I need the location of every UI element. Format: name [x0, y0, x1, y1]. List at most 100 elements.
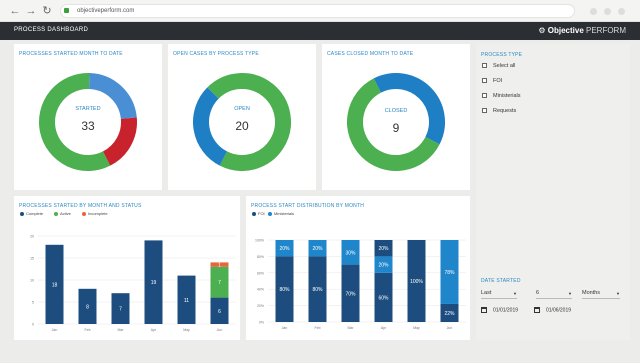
count-select[interactable]: 6 ▼ — [536, 289, 572, 299]
y-tick-label: 10 — [30, 279, 34, 283]
x-tick-label: Feb — [84, 328, 90, 332]
checkbox-requests[interactable]: Requests — [482, 108, 516, 114]
checkbox-icon[interactable] — [482, 63, 487, 69]
bar-value-label: 6 — [218, 309, 221, 315]
checkbox-label: FOI — [493, 78, 503, 84]
donut-chart-closed — [347, 73, 445, 171]
bar-value-label: 20% — [279, 246, 290, 252]
brand-suffix: PERFORM — [586, 26, 626, 35]
bar-value-label: 19 — [151, 280, 157, 286]
caret-down-icon: ▼ — [616, 291, 620, 296]
bar-chart-start-distribution: 0% 20% 40% 60% 80% 100% 80% 20% Jan 80% 20% Feb 70% 3… — [255, 239, 466, 330]
checkbox-label: Requests — [493, 108, 517, 114]
date-from-value: 01/01/2019 — [493, 307, 519, 314]
bar-value-label: 8 — [86, 304, 89, 310]
donut-chart-started — [39, 73, 137, 171]
bar-value-label: 100% — [410, 279, 423, 285]
bar-value-label: 60% — [378, 295, 389, 301]
window-control-icon[interactable] — [604, 8, 611, 15]
x-tick-label: Jun — [447, 326, 453, 330]
x-tick-label: Feb — [314, 326, 320, 330]
y-tick-label: 15 — [30, 257, 34, 261]
x-tick-label: Jan — [282, 326, 288, 330]
page-title: PROCESS DASHBOARD — [14, 27, 89, 33]
bar-value-label: 80% — [279, 287, 290, 293]
checkbox-icon[interactable] — [482, 108, 487, 114]
forward-icon[interactable]: → — [24, 4, 38, 18]
app-header: PROCESS DASHBOARD ⚙ Objective PERFORM — [0, 22, 640, 40]
back-icon[interactable]: ← — [8, 4, 22, 18]
x-tick-label: Mar — [347, 326, 354, 330]
bar-value-label: 1 — [218, 263, 221, 269]
bar-value-label: 7 — [218, 280, 221, 286]
bar-value-label: 70% — [345, 291, 356, 297]
calendar-icon[interactable] — [534, 307, 540, 313]
bar-value-label: 11 — [184, 298, 189, 304]
lock-icon — [64, 8, 69, 13]
bar-value-label: 18 — [52, 282, 58, 288]
x-tick-label: Jan — [52, 328, 58, 332]
date-from-field[interactable]: 01/01/2019 — [481, 307, 518, 313]
brand-logo: ⚙ Objective PERFORM — [538, 26, 626, 36]
card-started-by-month: PROCESSES STARTED BY MONTH AND STATUS Co… — [14, 196, 240, 340]
caret-down-icon: ▼ — [568, 291, 572, 296]
address-bar[interactable]: objectiveperform.com — [60, 4, 575, 18]
bar-chart-started-by-month: 0 5 10 15 20 18 Jan 8 Feb 7 Mar 19 Apr 11 May 6 7 1 Jun — [30, 235, 236, 332]
bar-value-label: 20% — [378, 246, 389, 252]
donut-chart-open — [193, 73, 291, 171]
filter-heading-process-type: PROCESS TYPE — [481, 52, 523, 58]
y-tick-label: 80% — [257, 255, 264, 259]
donut-center-value: 33 — [81, 119, 95, 133]
browser-toolbar: ← → ↻ objectiveperform.com — [0, 0, 640, 22]
y-tick-label: 20 — [30, 235, 34, 239]
checkbox-label: Select all — [493, 63, 516, 69]
bar-value-label: 30% — [345, 250, 356, 256]
card-open-cases: OPEN CASES BY PROCESS TYPE OPEN 20 — [168, 44, 316, 190]
donut-center-label: OPEN — [234, 106, 250, 112]
y-tick-label: 20% — [257, 304, 264, 308]
period-select[interactable]: Last ▼ — [481, 289, 517, 299]
checkbox-icon[interactable] — [482, 93, 487, 99]
x-tick-label: May — [413, 326, 420, 330]
x-tick-label: May — [183, 328, 190, 332]
bar-value-label: 20% — [312, 246, 323, 252]
x-tick-label: Jun — [217, 328, 223, 332]
y-tick-label: 5 — [32, 301, 34, 305]
bar-value-label: 80% — [312, 287, 323, 293]
donut-center-value: 9 — [392, 121, 400, 135]
checkbox-label: Ministerials — [493, 93, 521, 99]
date-to-field[interactable]: 01/06/2019 — [534, 307, 571, 313]
bar-value-label: 22% — [444, 311, 455, 317]
bar-value-label: 7 — [119, 307, 122, 313]
checkbox-ministerials[interactable]: Ministerials — [482, 93, 521, 99]
card-cases-closed: CASES CLOSED MONTH TO DATE CLOSED 9 — [322, 44, 470, 190]
card-processes-started: PROCESSES STARTED MONTH TO DATE STARTED … — [14, 44, 162, 190]
window-control-icon[interactable] — [590, 8, 597, 15]
select-value: Last — [481, 290, 492, 296]
calendar-icon[interactable] — [481, 307, 487, 313]
donut-center-value: 20 — [235, 119, 249, 133]
y-tick-label: 60% — [257, 271, 264, 275]
card-start-distribution: PROCESS START DISTRIBUTION BY MONTH FOI … — [246, 196, 470, 340]
gear-icon: ⚙ — [538, 26, 546, 35]
checkbox-foi[interactable]: FOI — [482, 78, 502, 84]
filter-heading-date-started: DATE STARTED — [481, 278, 521, 284]
bar-value-label: 78% — [444, 270, 455, 276]
y-tick-label: 100% — [255, 239, 264, 243]
y-tick-label: 0 — [32, 323, 34, 327]
date-to-value: 01/06/2019 — [546, 307, 572, 314]
brand-name: Objective — [547, 26, 584, 35]
bar-value-label: 20% — [378, 263, 389, 269]
filter-panel: PROCESS TYPE Select all FOI Ministerials… — [476, 44, 630, 340]
donut-center-label: CLOSED — [384, 108, 408, 114]
x-tick-label: Mar — [117, 328, 124, 332]
reload-icon[interactable]: ↻ — [40, 4, 54, 18]
window-control-icon[interactable] — [618, 8, 625, 15]
unit-select[interactable]: Months ▼ — [582, 289, 620, 299]
y-tick-label: 40% — [257, 288, 264, 292]
checkbox-select-all[interactable]: Select all — [482, 63, 515, 69]
pie-slice — [88, 73, 137, 120]
donut-center-label: STARTED — [75, 106, 101, 112]
select-value: Months — [582, 290, 601, 296]
checkbox-icon[interactable] — [482, 78, 487, 84]
